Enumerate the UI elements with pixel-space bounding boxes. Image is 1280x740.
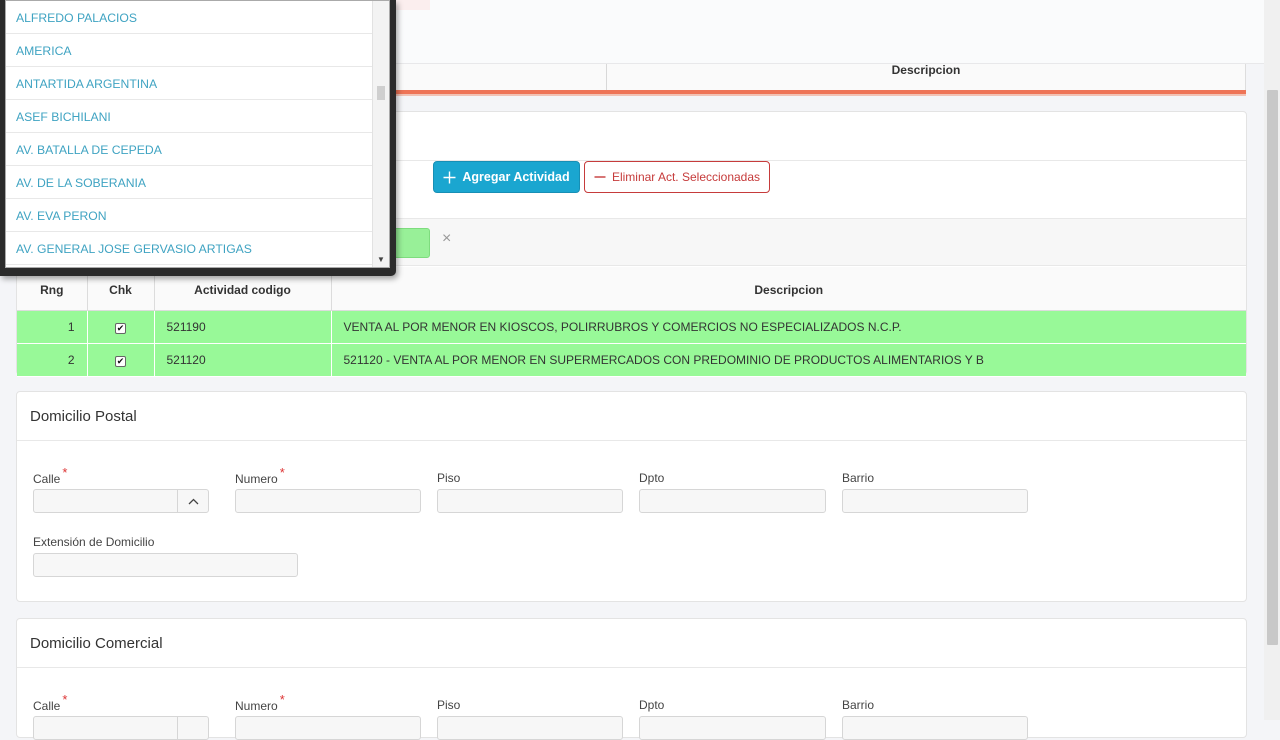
commercial-address-card: Domicilio Comercial Calle * Numero * Piso … bbox=[16, 618, 1247, 740]
card-divider bbox=[17, 440, 1246, 441]
add-activity-button[interactable]: Agregar Actividad bbox=[433, 161, 580, 193]
delete-activities-label: Eliminar Act. Seleccionadas bbox=[611, 170, 761, 184]
postal-address-title: Domicilio Postal bbox=[30, 408, 137, 425]
piso-input[interactable] bbox=[437, 489, 623, 513]
header-underline bbox=[395, 90, 1246, 96]
dropdown-option[interactable]: AV. EVA PERON bbox=[6, 199, 372, 232]
calle-label-text: Calle bbox=[33, 472, 61, 486]
row-checkbox[interactable]: ✔ bbox=[115, 355, 126, 367]
piso-label: Piso bbox=[437, 698, 461, 712]
calle-combobox[interactable] bbox=[33, 489, 209, 513]
dropdown-option[interactable]: AV. GENERAL JOSE GERVASIO ARTIGAS bbox=[6, 232, 372, 265]
dropdown-option[interactable]: AMERICA bbox=[6, 34, 372, 67]
minus-icon bbox=[594, 176, 606, 178]
dpto-input[interactable] bbox=[639, 489, 826, 513]
plus-icon bbox=[443, 171, 456, 183]
dpto-label: Dpto bbox=[639, 471, 665, 485]
calle-label: Calle * bbox=[33, 692, 67, 713]
row-codigo: 521190 bbox=[154, 310, 332, 344]
table-row[interactable]: 1 ✔ 521190 VENTA AL POR MENOR EN KIOSCOS… bbox=[17, 310, 1246, 344]
required-marker: * bbox=[279, 692, 285, 707]
required-marker: * bbox=[62, 692, 68, 707]
row-rng: 1 bbox=[17, 310, 88, 344]
barrio-input[interactable] bbox=[842, 489, 1028, 513]
add-activity-label: Agregar Actividad bbox=[462, 170, 570, 184]
page-scrollbar-thumb[interactable] bbox=[1267, 90, 1278, 645]
numero-label-text: Numero bbox=[235, 699, 278, 713]
page-scrollbar[interactable] bbox=[1264, 0, 1280, 720]
extension-input[interactable] bbox=[33, 553, 298, 577]
commercial-address-title: Domicilio Comercial bbox=[30, 635, 163, 652]
dropdown-option[interactable]: ANTARTIDA ARGENTINA bbox=[6, 67, 372, 100]
calle-input[interactable] bbox=[33, 489, 178, 513]
calle-toggle-button[interactable] bbox=[177, 489, 209, 513]
dropdown-scrollbar-thumb[interactable] bbox=[377, 86, 385, 100]
barrio-label: Barrio bbox=[842, 698, 875, 712]
table-row[interactable]: 2 ✔ 521120 521120 - VENTA AL POR MENOR E… bbox=[17, 343, 1246, 377]
row-checkbox-cell[interactable]: ✔ bbox=[87, 343, 155, 377]
row-codigo: 521120 bbox=[154, 343, 332, 377]
scroll-down-icon[interactable]: ▼ bbox=[377, 255, 385, 264]
row-checkbox[interactable]: ✔ bbox=[115, 322, 126, 334]
card-divider bbox=[17, 667, 1246, 668]
required-marker: * bbox=[62, 465, 68, 480]
clear-icon[interactable]: × bbox=[442, 230, 451, 248]
chevron-up-icon bbox=[188, 498, 198, 504]
col-descripcion[interactable]: Descripcion bbox=[331, 267, 1246, 311]
numero-input[interactable] bbox=[235, 489, 421, 513]
dropdown-option[interactable]: AV. BATALLA DE CEPEDA bbox=[6, 133, 372, 166]
calle-label: Calle * bbox=[33, 465, 67, 486]
extension-label: Extensión de Domicilio bbox=[33, 535, 155, 549]
dropdown-option[interactable]: ALFREDO PALACIOS bbox=[6, 1, 372, 34]
delete-activities-button[interactable]: Eliminar Act. Seleccionadas bbox=[584, 161, 770, 193]
dropdown-scrollbar[interactable]: ▼ bbox=[372, 1, 389, 267]
row-descripcion: VENTA AL POR MENOR EN KIOSCOS, POLIRRUBR… bbox=[331, 310, 1246, 344]
numero-label: Numero * bbox=[235, 465, 285, 486]
dpto-label: Dpto bbox=[639, 698, 665, 712]
top-table-header: Descripcion bbox=[395, 64, 1246, 96]
numero-label: Numero * bbox=[235, 692, 285, 713]
street-dropdown-list: ALFREDO PALACIOS AMERICA ANTARTIDA ARGEN… bbox=[5, 0, 390, 268]
calle-label-text: Calle bbox=[33, 699, 61, 713]
barrio-label: Barrio bbox=[842, 471, 875, 485]
street-dropdown: ALFREDO PALACIOS AMERICA ANTARTIDA ARGEN… bbox=[0, 0, 396, 276]
piso-label: Piso bbox=[437, 471, 461, 485]
activities-table: Rng Chk Actividad codigo Descripcion 1 ✔… bbox=[17, 267, 1246, 377]
top-tag bbox=[395, 0, 430, 10]
numero-label-text: Numero bbox=[235, 472, 278, 486]
row-checkbox-cell[interactable]: ✔ bbox=[87, 310, 155, 344]
row-rng: 2 bbox=[17, 343, 88, 377]
required-marker: * bbox=[279, 465, 285, 480]
row-descripcion: 521120 - VENTA AL POR MENOR EN SUPERMERC… bbox=[331, 343, 1246, 377]
dropdown-option[interactable]: AV. DE LA SOBERANIA bbox=[6, 166, 372, 199]
postal-address-card: Domicilio Postal Calle * Numero * Piso Dpt… bbox=[16, 391, 1247, 602]
dropdown-option[interactable]: ASEF BICHILANI bbox=[6, 100, 372, 133]
